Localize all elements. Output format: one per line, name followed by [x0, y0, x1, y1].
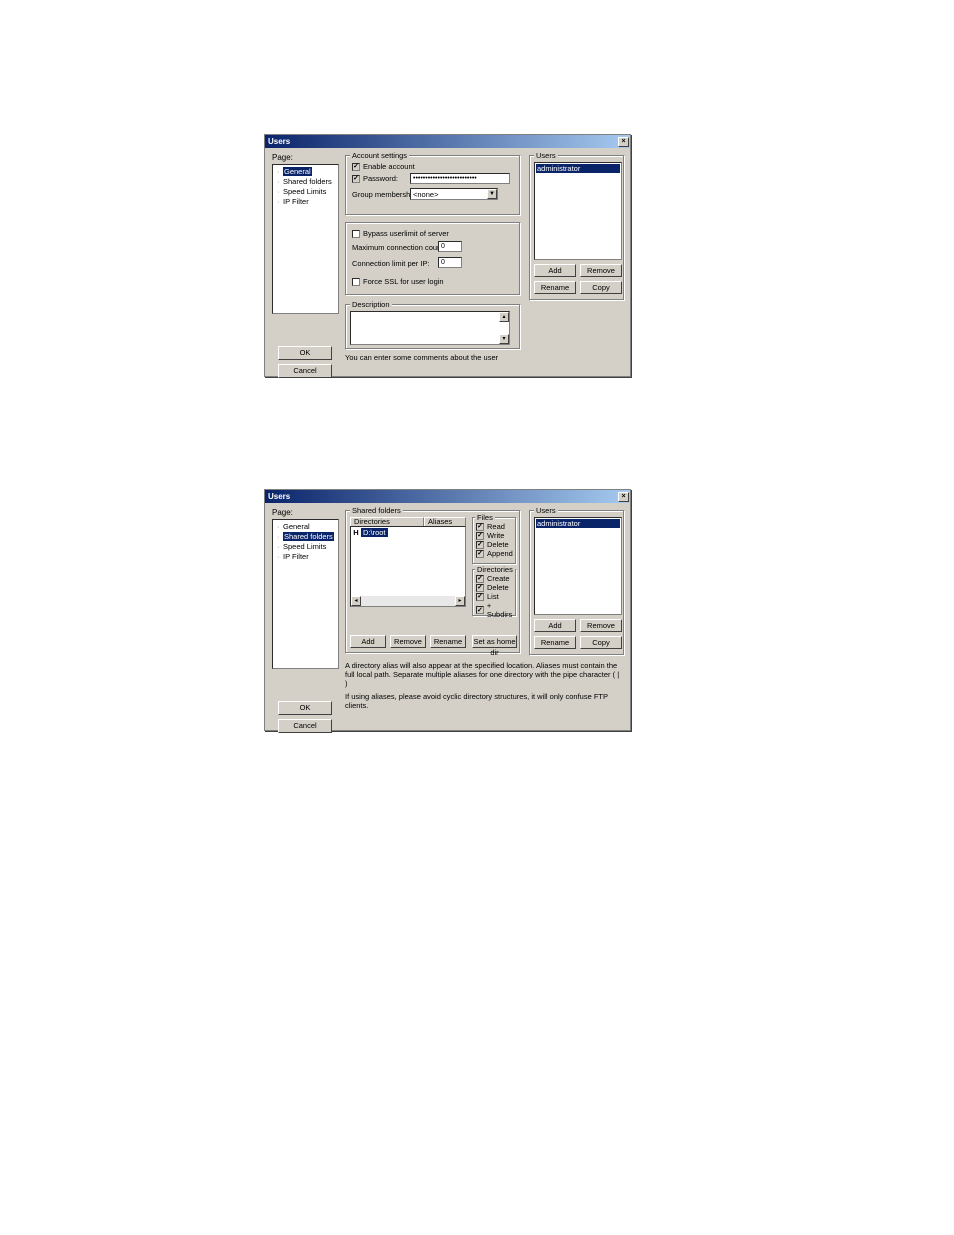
ok-button[interactable]: OK: [278, 701, 332, 715]
remove-button[interactable]: Remove: [580, 619, 622, 632]
users-group: Users administrator Add Remove Rename Co…: [529, 510, 625, 656]
checkbox-icon: [476, 593, 484, 601]
checkbox-icon: [476, 606, 484, 614]
rename-button[interactable]: Rename: [534, 636, 576, 649]
limits-group: Bypass userlimit of server Maximum conne…: [345, 222, 521, 296]
set-home-dir-button[interactable]: Set as home dir: [472, 635, 517, 648]
list-checkbox[interactable]: List: [476, 592, 516, 601]
read-checkbox[interactable]: Read: [476, 522, 516, 531]
subdirs-checkbox[interactable]: + Subdirs: [476, 601, 516, 619]
close-icon[interactable]: ×: [618, 492, 629, 502]
group-title: Shared folders: [350, 506, 403, 515]
checkbox-icon: [476, 523, 484, 531]
title-text: Users: [268, 492, 290, 501]
directories-list[interactable]: H D:\root ◂ ▸: [350, 526, 466, 607]
close-icon[interactable]: ×: [618, 137, 629, 147]
cancel-button[interactable]: Cancel: [278, 364, 332, 378]
dir-remove-button[interactable]: Remove: [390, 635, 426, 648]
users-dialog-general: Users × Page: General Shared folders Spe…: [264, 134, 631, 377]
page-tree[interactable]: General Shared folders Speed Limits IP F…: [272, 164, 339, 314]
users-listbox[interactable]: administrator: [534, 517, 622, 615]
users-dialog-shared-folders: Users × Page: General Shared folders Spe…: [264, 489, 631, 731]
tree-item-shared-folders[interactable]: Shared folders: [275, 177, 336, 187]
checkbox-icon: [352, 175, 360, 183]
group-title: Files: [475, 513, 495, 522]
tree-item-shared-folders[interactable]: Shared folders: [275, 532, 336, 542]
checkbox-icon: [476, 550, 484, 558]
description-hint: You can enter some comments about the us…: [345, 353, 498, 362]
add-button[interactable]: Add: [534, 264, 576, 277]
tree-item-ip-filter[interactable]: IP Filter: [275, 552, 336, 562]
users-listbox[interactable]: administrator: [534, 162, 622, 260]
copy-button[interactable]: Copy: [580, 281, 622, 294]
write-checkbox[interactable]: Write: [476, 531, 516, 540]
directories-permissions-group: Directories Create Delete List + Subdirs: [472, 569, 517, 617]
group-title: Directories: [475, 565, 515, 574]
page-label: Page:: [272, 153, 293, 162]
titlebar[interactable]: Users ×: [265, 135, 630, 148]
dir-delete-checkbox[interactable]: Delete: [476, 583, 516, 592]
enable-account-checkbox[interactable]: Enable account: [352, 162, 415, 171]
group-title: Users: [534, 151, 558, 160]
account-settings-group: Account settings Enable account Password…: [345, 155, 521, 216]
shared-folders-group: Shared folders Directories Aliases H D:\…: [345, 510, 521, 654]
max-connection-label: Maximum connection count:: [352, 243, 445, 252]
tree-item-ip-filter[interactable]: IP Filter: [275, 197, 336, 207]
rename-button[interactable]: Rename: [534, 281, 576, 294]
checkbox-icon: [476, 575, 484, 583]
chevron-down-icon: ▼: [487, 189, 497, 199]
files-permissions-group: Files Read Write Delete Append: [472, 517, 517, 565]
title-text: Users: [268, 137, 290, 146]
scroll-up-icon[interactable]: ▴: [499, 312, 509, 322]
page-tree[interactable]: General Shared folders Speed Limits IP F…: [272, 519, 339, 669]
conn-per-ip-field[interactable]: 0: [438, 257, 462, 268]
alias-help-text: A directory alias will also appear at th…: [345, 661, 621, 710]
list-item[interactable]: administrator: [536, 519, 620, 528]
bypass-userlimit-checkbox[interactable]: Bypass userlimit of server: [352, 229, 449, 238]
titlebar[interactable]: Users ×: [265, 490, 630, 503]
checkbox-icon: [352, 230, 360, 238]
group-membership-select[interactable]: <none> ▼: [410, 188, 498, 200]
dir-add-button[interactable]: Add: [350, 635, 386, 648]
tree-item-speed-limits[interactable]: Speed Limits: [275, 187, 336, 197]
group-membership-label: Group membership:: [352, 190, 418, 199]
users-group: Users administrator Add Remove Rename Co…: [529, 155, 625, 301]
tree-item-general[interactable]: General: [275, 522, 336, 532]
scroll-right-icon[interactable]: ▸: [455, 596, 465, 606]
list-item[interactable]: administrator: [536, 164, 620, 173]
description-group: Description ▴ ▾: [345, 304, 521, 350]
remove-button[interactable]: Remove: [580, 264, 622, 277]
checkbox-icon: [476, 584, 484, 592]
checkbox-icon: [352, 163, 360, 171]
directory-path: D:\root: [361, 528, 388, 537]
group-title: Description: [350, 300, 392, 309]
append-checkbox[interactable]: Append: [476, 549, 516, 558]
checkbox-icon: [352, 278, 360, 286]
password-field[interactable]: ••••••••••••••••••••••••••: [410, 173, 510, 184]
password-checkbox[interactable]: Password:: [352, 174, 398, 183]
checkbox-icon: [476, 541, 484, 549]
home-marker: H: [351, 528, 361, 537]
conn-per-ip-label: Connection limit per IP:: [352, 259, 430, 268]
page-label: Page:: [272, 508, 293, 517]
scroll-down-icon[interactable]: ▾: [499, 334, 509, 344]
ok-button[interactable]: OK: [278, 346, 332, 360]
group-title: Users: [534, 506, 558, 515]
description-textarea[interactable]: ▴ ▾: [350, 311, 510, 345]
add-button[interactable]: Add: [534, 619, 576, 632]
force-ssl-checkbox[interactable]: Force SSL for user login: [352, 277, 444, 286]
create-checkbox[interactable]: Create: [476, 574, 516, 583]
max-connection-field[interactable]: 0: [438, 241, 462, 252]
tree-item-speed-limits[interactable]: Speed Limits: [275, 542, 336, 552]
group-title: Account settings: [350, 151, 409, 160]
checkbox-icon: [476, 532, 484, 540]
scroll-left-icon[interactable]: ◂: [351, 596, 361, 606]
copy-button[interactable]: Copy: [580, 636, 622, 649]
delete-checkbox[interactable]: Delete: [476, 540, 516, 549]
cancel-button[interactable]: Cancel: [278, 719, 332, 733]
horizontal-scrollbar[interactable]: ◂ ▸: [351, 596, 465, 606]
tree-item-general[interactable]: General: [275, 167, 336, 177]
dir-rename-button[interactable]: Rename: [430, 635, 466, 648]
table-row[interactable]: H D:\root: [351, 527, 465, 537]
